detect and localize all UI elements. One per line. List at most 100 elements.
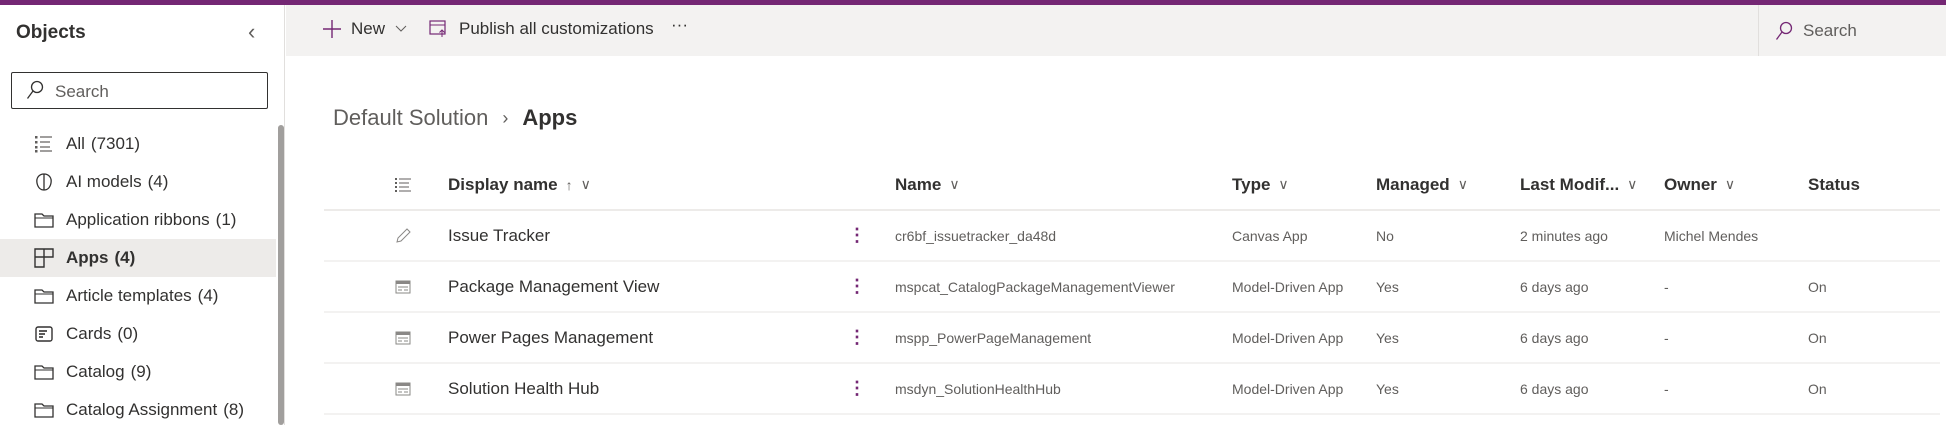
- chevron-down-icon: ∨: [1457, 176, 1468, 192]
- header-display-name[interactable]: Display name ↑ ∨: [448, 160, 591, 209]
- sidebar-item-label: AI models: [66, 172, 142, 191]
- collapse-chevron-icon[interactable]: ‹: [248, 19, 255, 45]
- sidebar-item-cards[interactable]: Cards (0): [0, 315, 276, 353]
- apps-icon: [34, 248, 54, 268]
- folder-icon: [34, 210, 54, 230]
- header-last-modified[interactable]: Last Modif... ∨: [1520, 160, 1637, 209]
- command-bar: New Publish all customizations ··· Searc…: [286, 5, 1946, 56]
- table-row[interactable]: Package Management View ⋮ mspcat_Catalog…: [324, 262, 1940, 313]
- search-icon: [26, 80, 44, 99]
- chevron-down-icon: ∨: [1627, 176, 1638, 192]
- sidebar-item-catalog-assignment[interactable]: Catalog Assignment (8): [0, 391, 276, 429]
- form-icon: [395, 262, 411, 311]
- header-label: Last Modif...: [1520, 174, 1620, 194]
- breadcrumb: Default Solution › Apps: [333, 105, 577, 131]
- header-managed[interactable]: Managed ∨: [1376, 160, 1468, 209]
- apps-table: Display name ↑ ∨ Name ∨ Type ∨ Managed ∨ Last…: [324, 160, 1940, 415]
- cell-display-name[interactable]: Power Pages Management: [448, 313, 653, 362]
- breadcrumb-current: Apps: [522, 105, 578, 130]
- header-label: Name: [895, 174, 942, 194]
- sidebar-item-apps[interactable]: Apps (4): [0, 239, 276, 277]
- header-label: Owner: [1664, 174, 1717, 194]
- sidebar-item-label: Application ribbons: [66, 210, 210, 229]
- more-commands-button[interactable]: ···: [671, 15, 688, 35]
- sidebar-item-application-ribbons[interactable]: Application ribbons (1): [0, 201, 276, 239]
- cell-managed: No: [1376, 227, 1394, 244]
- sidebar-item-label: Catalog: [66, 362, 125, 381]
- folder-icon: [34, 400, 54, 420]
- cell-owner: -: [1664, 329, 1669, 346]
- header-status[interactable]: Status: [1808, 160, 1860, 209]
- form-icon: [395, 364, 411, 413]
- sidebar-item-all[interactable]: All (7301): [0, 125, 276, 163]
- column-options-icon[interactable]: [395, 160, 411, 209]
- chevron-down-icon: ∨: [949, 176, 960, 192]
- cell-owner: -: [1664, 380, 1669, 397]
- cell-display-name[interactable]: Solution Health Hub: [448, 364, 599, 413]
- publish-label: Publish all customizations: [459, 19, 654, 38]
- header-name[interactable]: Name ∨: [895, 160, 960, 209]
- sidebar-item-label: Catalog Assignment: [66, 400, 218, 419]
- more-options-icon[interactable]: ⋮: [848, 313, 866, 362]
- sidebar-item-count: (0): [117, 324, 139, 343]
- table-row[interactable]: Solution Health Hub ⋮ msdyn_SolutionHeal…: [324, 364, 1940, 415]
- sidebar-item-count: (1): [215, 210, 237, 229]
- sidebar-item-ai-models[interactable]: AI models (4): [0, 163, 276, 201]
- sidebar-item-count: (4): [197, 286, 219, 305]
- chevron-down-icon: ∨: [1724, 176, 1736, 192]
- cell-type: Model-Driven App: [1232, 380, 1344, 397]
- sidebar-scrollbar[interactable]: [278, 125, 284, 425]
- sort-ascending-icon: ↑: [565, 176, 573, 193]
- sidebar-item-article-templates[interactable]: Article templates (4): [0, 277, 276, 315]
- cell-status: On: [1808, 380, 1827, 397]
- header-owner[interactable]: Owner ∨: [1664, 160, 1735, 209]
- folder-icon: [34, 362, 54, 382]
- cell-last-modified: 2 minutes ago: [1520, 227, 1608, 244]
- publish-all-button[interactable]: Publish all customizations: [429, 19, 654, 39]
- list-icon: [34, 134, 54, 154]
- breadcrumb-parent[interactable]: Default Solution: [333, 105, 488, 131]
- sidebar-item-count: (8): [223, 400, 244, 419]
- cell-status: On: [1808, 329, 1827, 346]
- header-type[interactable]: Type ∨: [1232, 160, 1289, 209]
- cell-last-modified: 6 days ago: [1520, 278, 1589, 295]
- folder-icon: [34, 286, 54, 306]
- table-header: Display name ↑ ∨ Name ∨ Type ∨ Managed ∨ Last…: [324, 160, 1940, 211]
- sidebar-item-catalog[interactable]: Catalog (9): [0, 353, 276, 391]
- cell-name: mspp_PowerPageManagement: [895, 329, 1092, 346]
- cell-status: On: [1808, 278, 1827, 295]
- table-row[interactable]: Power Pages Management ⋮ mspp_PowerPageM…: [324, 313, 1940, 364]
- brain-icon: [34, 172, 54, 192]
- cell-owner: Michel Mendes: [1664, 227, 1759, 244]
- cell-managed: Yes: [1376, 329, 1399, 346]
- header-label: Type: [1232, 174, 1271, 194]
- header-label: Status: [1808, 174, 1860, 194]
- sidebar-item-count: (7301): [90, 134, 141, 153]
- cell-name: cr6bf_issuetracker_da48d: [895, 227, 1057, 244]
- chevron-down-icon: [395, 25, 407, 32]
- search-icon: [1775, 21, 1793, 40]
- chevron-right-icon: ›: [502, 107, 509, 128]
- cell-last-modified: 6 days ago: [1520, 380, 1589, 397]
- table-row[interactable]: Issue Tracker ⋮ cr6bf_issuetracker_da48d…: [324, 211, 1940, 262]
- more-options-icon[interactable]: ⋮: [848, 262, 866, 311]
- more-options-icon[interactable]: ⋮: [848, 364, 866, 413]
- chevron-down-icon: ∨: [580, 176, 591, 192]
- objects-sidebar: Objects ‹ Search All (7301) AI models (4) Ap…: [0, 5, 285, 425]
- sidebar-search-input[interactable]: Search: [11, 72, 268, 109]
- more-options-icon[interactable]: ⋮: [848, 211, 866, 260]
- sidebar-item-label: Article templates: [66, 286, 192, 305]
- sidebar-item-count: (4): [114, 248, 136, 267]
- card-icon: [34, 324, 54, 344]
- cell-display-name[interactable]: Package Management View: [448, 262, 659, 311]
- form-icon: [395, 313, 411, 362]
- sidebar-item-count: (4): [147, 172, 169, 191]
- cell-name: mspcat_CatalogPackageManagementViewer: [895, 278, 1175, 295]
- cell-display-name[interactable]: Issue Tracker: [448, 211, 550, 260]
- sidebar-item-label: Apps: [66, 248, 109, 267]
- publish-icon: [429, 20, 446, 37]
- toolbar-search[interactable]: Search: [1758, 5, 1857, 56]
- header-label: Display name: [448, 174, 558, 194]
- cell-type: Model-Driven App: [1232, 278, 1344, 295]
- new-button[interactable]: New: [323, 19, 407, 39]
